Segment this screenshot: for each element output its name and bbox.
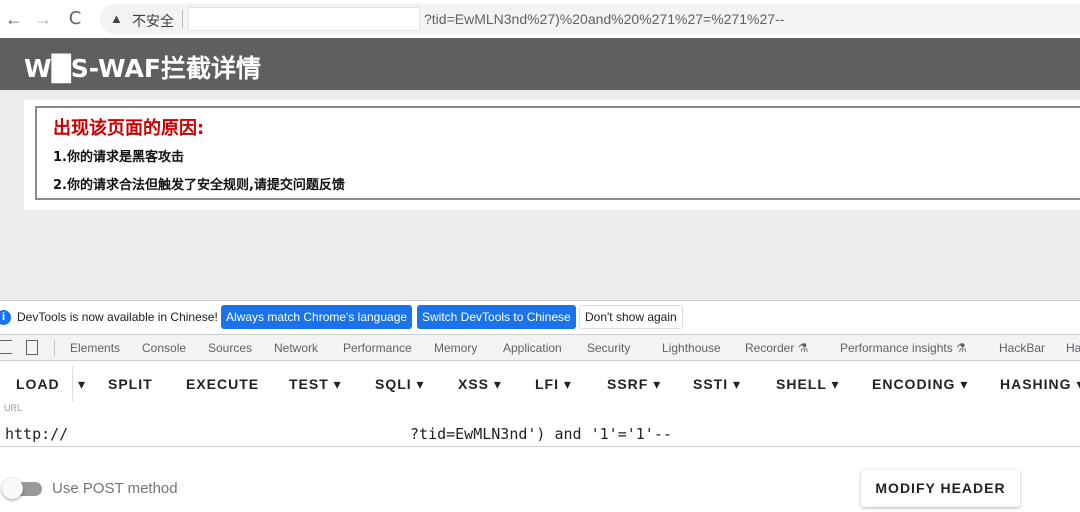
reason-box: 出现该页面的原因: 1.你的请求是黑客攻击 2.你的请求合法但触发了安全规则,请… bbox=[35, 106, 1080, 200]
content-panel: 出现该页面的原因: 1.你的请求是黑客攻击 2.你的请求合法但触发了安全规则,请… bbox=[24, 100, 1080, 210]
test-menu[interactable]: TEST ▾ bbox=[289, 376, 342, 393]
xss-menu[interactable]: XSS ▾ bbox=[458, 376, 502, 393]
switch-chinese-button[interactable]: Switch DevTools to Chinese bbox=[417, 305, 576, 329]
tab-sources[interactable]: Sources bbox=[208, 341, 252, 355]
tab-recorder[interactable]: Recorder ⚗ bbox=[745, 341, 808, 355]
url-text[interactable]: ?tid=EwMLN3nd%27)%20and%20%271%27=%271%2… bbox=[424, 11, 784, 27]
page-title: W█S-WAF拦截详情 bbox=[24, 54, 261, 83]
hackbar-toolbar: LOAD ▾ SPLIT EXECUTE TEST ▾ SQLI ▾ XSS ▾… bbox=[0, 361, 1080, 405]
shell-menu[interactable]: SHELL ▾ bbox=[776, 376, 840, 393]
reason-item: 2.你的请求合法但触发了安全规则,请提交问题反馈 bbox=[53, 178, 345, 193]
post-method-label: Use POST method bbox=[52, 480, 178, 497]
back-arrow-icon[interactable]: ← bbox=[3, 8, 25, 30]
browser-address-bar: ← → C ▲ 不安全 ?tid=EwMLN3nd%27)%20and%20%2… bbox=[0, 0, 1080, 38]
execute-button[interactable]: EXECUTE bbox=[186, 376, 259, 392]
tab-network[interactable]: Network bbox=[274, 341, 318, 355]
language-notice: i DevTools is now available in Chinese! … bbox=[0, 301, 1080, 334]
ssrf-menu[interactable]: SSRF ▾ bbox=[607, 376, 661, 393]
lfi-menu[interactable]: LFI ▾ bbox=[535, 376, 572, 393]
reason-item: 1.你的请求是黑客攻击 bbox=[53, 150, 184, 165]
waf-page: W█S-WAF拦截详情 出现该页面的原因: 1.你的请求是黑客攻击 2.你的请求… bbox=[0, 38, 1080, 300]
url-input-underline bbox=[0, 446, 1080, 447]
device-toggle-icon[interactable] bbox=[26, 340, 38, 355]
reason-title: 出现该页面的原因: bbox=[53, 118, 205, 139]
tab-hackbar-active[interactable]: Ha bbox=[1066, 341, 1080, 355]
forward-arrow-icon[interactable]: → bbox=[32, 8, 54, 30]
redacted-host bbox=[188, 7, 420, 31]
url-input-suffix[interactable]: ?tid=EwMLN3nd') and '1'='1'-- bbox=[410, 425, 672, 443]
load-dropdown-icon[interactable]: ▾ bbox=[78, 376, 86, 393]
ssti-menu[interactable]: SSTI ▾ bbox=[693, 376, 741, 393]
dont-show-again-button[interactable]: Don't show again bbox=[579, 305, 683, 329]
devtools-panel: i DevTools is now available in Chinese! … bbox=[0, 300, 1080, 512]
omnibox-divider bbox=[182, 10, 183, 28]
modify-header-button[interactable]: MODIFY HEADER bbox=[861, 470, 1020, 507]
tab-console[interactable]: Console bbox=[142, 341, 186, 355]
load-button[interactable]: LOAD bbox=[16, 376, 60, 392]
match-language-button[interactable]: Always match Chrome's language bbox=[221, 305, 413, 329]
notice-text: DevTools is now available in Chinese! bbox=[17, 310, 218, 324]
encoding-menu[interactable]: ENCODING ▾ bbox=[872, 376, 968, 393]
info-icon: i bbox=[0, 310, 11, 325]
tab-application[interactable]: Application bbox=[503, 341, 562, 355]
reload-icon[interactable]: C bbox=[64, 8, 86, 30]
tab-divider bbox=[54, 340, 55, 356]
hashing-menu[interactable]: HASHING ▾ bbox=[1000, 376, 1080, 393]
page-header: W█S-WAF拦截详情 bbox=[0, 38, 1080, 90]
url-input-prefix[interactable]: http:// bbox=[5, 425, 68, 443]
tab-performance-insights[interactable]: Performance insights ⚗ bbox=[840, 341, 967, 355]
insecure-label[interactable]: 不安全 bbox=[132, 11, 174, 31]
tab-elements[interactable]: Elements bbox=[70, 341, 120, 355]
url-field-label: URL bbox=[4, 403, 23, 413]
omnibox[interactable]: ▲ 不安全 ?tid=EwMLN3nd%27)%20and%20%271%27=… bbox=[100, 4, 1080, 34]
split-button[interactable]: SPLIT bbox=[108, 376, 153, 392]
warning-icon[interactable]: ▲ bbox=[110, 11, 123, 26]
tab-hackbar[interactable]: HackBar bbox=[999, 341, 1045, 355]
tab-memory[interactable]: Memory bbox=[434, 341, 477, 355]
devtools-tabstrip: Elements Console Sources Network Perform… bbox=[0, 334, 1080, 361]
inspect-element-icon[interactable] bbox=[0, 340, 12, 354]
tab-lighthouse[interactable]: Lighthouse bbox=[662, 341, 721, 355]
post-toggle-knob[interactable] bbox=[2, 478, 23, 499]
toolbar-divider bbox=[72, 366, 73, 402]
sqli-menu[interactable]: SQLI ▾ bbox=[375, 376, 425, 393]
tab-performance[interactable]: Performance bbox=[343, 341, 412, 355]
tab-security[interactable]: Security bbox=[587, 341, 630, 355]
